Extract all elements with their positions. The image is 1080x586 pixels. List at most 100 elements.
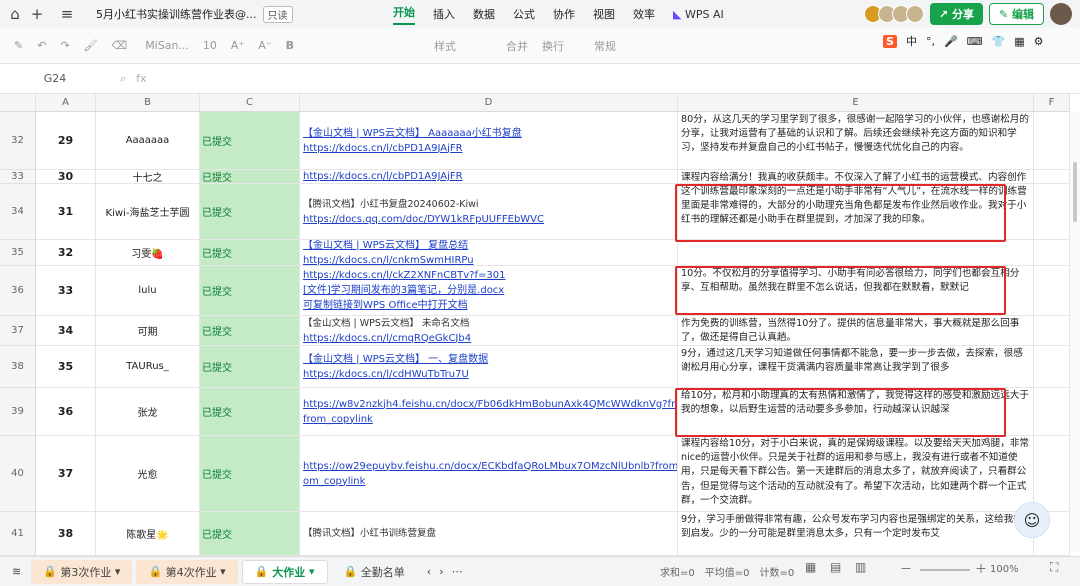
tab-attendance[interactable]: 🔒 全勤名单 <box>332 560 417 584</box>
mic-icon[interactable]: 🎤 <box>944 35 958 48</box>
cell-feedback[interactable]: 课程内容给满分！我真的收获颇丰。不仅深入了解了小红书的运营模式、内容创作技巧, <box>678 170 1034 184</box>
cell-feedback[interactable]: 10分。不仅松月的分享值得学习、小助手有问必答很给力，同学们也都会互相分享、互相… <box>678 266 1034 316</box>
cell-name[interactable]: Kiwi-海盐芝士芋圆 <box>96 184 200 240</box>
decrease-font-icon[interactable]: A⁻ <box>258 39 271 52</box>
edit-button[interactable]: ✎ 编辑 <box>988 3 1044 25</box>
cell-status[interactable]: 已提交 <box>200 266 300 316</box>
cell-links[interactable]: 【腾讯文档】小红书训练营复盘 <box>300 512 678 556</box>
column-header-e[interactable]: E <box>678 94 1034 112</box>
cell-feedback[interactable]: 作为免费的训练营，当然得10分了。提供的信息量非常大，事大概就是那么回事了，做还… <box>678 316 1034 346</box>
cell-feedback[interactable]: 这个训练营最印象深刻的一点还是小助手非常有“人气儿”，在流水线一样的训练营里面是… <box>678 184 1034 240</box>
cell-empty[interactable] <box>1034 316 1070 346</box>
cell-name[interactable]: 张龙 <box>96 388 200 436</box>
link-text[interactable]: 【金山文档 | WPS云文档】 Aaaaaaa小红书复盘 <box>303 126 522 141</box>
cell-empty[interactable] <box>1034 112 1070 170</box>
share-button[interactable]: ↗ 分享 <box>929 3 983 25</box>
user-avatar[interactable] <box>1050 3 1072 25</box>
vertical-scrollbar[interactable] <box>1070 112 1080 552</box>
cell-index[interactable]: 31 <box>36 184 96 240</box>
cell-index[interactable]: 36 <box>36 388 96 436</box>
row-header[interactable]: 32 <box>0 112 36 170</box>
cell-index[interactable]: 37 <box>36 436 96 512</box>
cell-index[interactable]: 35 <box>36 346 96 388</box>
font-family-select[interactable]: MiSan... <box>145 39 189 52</box>
cell-feedback[interactable]: 9分，通过这几天学习知道做任何事情都不能急，要一步一步去做，去探索，很感谢松月用… <box>678 346 1034 388</box>
document-title[interactable]: 5月小红书实操训练营作业表@... <box>96 6 257 22</box>
row-header[interactable]: 39 <box>0 388 36 436</box>
cell-name[interactable]: 光愈 <box>96 436 200 512</box>
menu-view[interactable]: 视图 <box>593 6 615 22</box>
cell-links[interactable]: 【金山文档 | WPS云文档】 复盘总结 https://kdocs.cn/l/c… <box>300 240 678 266</box>
cell-name[interactable]: 可期 <box>96 316 200 346</box>
menu-home[interactable]: 开始 <box>393 4 415 25</box>
cell-feedback[interactable]: 80分，从这几天的学习里学到了很多，很感谢一起陪学习的小伙伴，也感谢松月的分享，… <box>678 112 1034 170</box>
cell-status[interactable]: 已提交 <box>200 346 300 388</box>
fullscreen-icon[interactable]: ⛶ <box>1050 560 1058 575</box>
cell-status[interactable]: 已提交 <box>200 388 300 436</box>
link-text[interactable]: https://kdocs.cn/l/cnkmSwmHIRPu <box>303 253 474 266</box>
row-header[interactable]: 35 <box>0 240 36 266</box>
undo-icon[interactable]: ↶ <box>37 39 46 52</box>
cell-index[interactable]: 30 <box>36 170 96 184</box>
zoom-slider[interactable] <box>920 569 970 571</box>
zoom-out-icon[interactable]: － <box>900 560 912 577</box>
cell-links[interactable]: https://kdocs.cn/l/ckZ2XNFnCBTv?f=301 [文件… <box>300 266 678 316</box>
tab-list-icon[interactable]: ⋯ <box>452 565 463 578</box>
wps-ai-button[interactable]: ◣ WPS AI <box>673 8 724 21</box>
menu-collab[interactable]: 协作 <box>553 6 575 22</box>
cell-index[interactable]: 32 <box>36 240 96 266</box>
fx-icon[interactable]: fx <box>136 72 146 85</box>
name-box[interactable]: G24 <box>0 72 110 85</box>
cell-feedback[interactable]: 9分，学习手册做得非常有趣，公众号发布学习内容也是强绑定的关系，这给我得到启发。… <box>678 512 1034 556</box>
row-header[interactable]: 41 <box>0 512 36 556</box>
cell-feedback[interactable]: 课程内容给10分，对于小白来说，真的是保姆级课程。以及要给天天加鸡腿，非常nic… <box>678 436 1034 512</box>
scroll-thumb[interactable] <box>1073 162 1077 222</box>
link-text[interactable]: https://kdocs.cn/l/cbPD1A9JAjFR <box>303 170 463 183</box>
skin-icon[interactable]: 👕 <box>992 35 1006 48</box>
page-view-icon[interactable]: ▤ <box>830 560 841 574</box>
cell-index[interactable]: 33 <box>36 266 96 316</box>
eraser-icon[interactable]: ⌫ <box>112 39 128 52</box>
cell-empty[interactable] <box>1034 346 1070 388</box>
tab-final[interactable]: 🔒 大作业 ▾ <box>241 559 328 584</box>
cell-empty[interactable] <box>1034 170 1070 184</box>
cell-empty[interactable] <box>1034 240 1070 266</box>
select-all-corner[interactable] <box>0 94 36 112</box>
cell-status[interactable]: 已提交 <box>200 240 300 266</box>
toolbox-icon[interactable]: ▦ <box>1014 35 1024 48</box>
link-text[interactable]: https://kdocs.cn/l/cmqRQeGkCJb4 <box>303 331 471 346</box>
cell-links[interactable]: 【金山文档 | WPS云文档】 未命名文档 https://kdocs.cn/l/… <box>300 316 678 346</box>
cell-links[interactable]: 【金山文档 | WPS云文档】 Aaaaaaa小红书复盘 https://kdoc… <box>300 112 678 170</box>
cell-links[interactable]: https://ow29epuybv.feishu.cn/docx/ECKbdf… <box>300 436 678 512</box>
grid-view-icon[interactable]: ▦ <box>805 560 816 574</box>
link-text[interactable]: https://w8v2nzkjh4.feishu.cn/docx/Fb06dk… <box>303 397 677 412</box>
row-header[interactable]: 40 <box>0 436 36 512</box>
link-text[interactable]: om_copylink <box>303 474 365 489</box>
column-header-b[interactable]: B <box>96 94 200 112</box>
link-text[interactable]: 【金山文档 | WPS云文档】 一、复盘数据 <box>303 352 488 367</box>
link-text[interactable]: https://kdocs.cn/l/ckZ2XNFnCBTv?f=301 <box>303 268 505 283</box>
cell-feedback[interactable] <box>678 240 1034 266</box>
sheets-menu-icon[interactable]: ≋ <box>12 565 21 578</box>
cell-name[interactable]: 十七之 <box>96 170 200 184</box>
home-icon[interactable]: ⌂ <box>4 5 26 23</box>
tab-sheet-4[interactable]: 🔒 第4次作业 ▾ <box>136 559 238 584</box>
cell-name[interactable]: 陈歌星🌟 <box>96 512 200 556</box>
cell-status[interactable]: 已提交 <box>200 316 300 346</box>
row-header[interactable]: 37 <box>0 316 36 346</box>
font-size-select[interactable]: 10 <box>203 39 217 52</box>
style-button[interactable]: 样式 <box>434 38 456 54</box>
bold-icon[interactable]: B <box>286 39 294 52</box>
redo-icon[interactable]: ↷ <box>60 39 69 52</box>
column-header-c[interactable]: C <box>200 94 300 112</box>
tab-scroll-left-icon[interactable]: ‹ <box>427 565 431 578</box>
collaborator-avatars[interactable] <box>863 5 924 23</box>
wrap-button[interactable]: 换行 <box>542 38 564 54</box>
merge-button[interactable]: 合并 <box>506 38 528 54</box>
cell-index[interactable]: 34 <box>36 316 96 346</box>
assistant-icon[interactable]: ☺ <box>1014 502 1050 538</box>
cell-status[interactable]: 已提交 <box>200 436 300 512</box>
menu-insert[interactable]: 插入 <box>433 6 455 22</box>
cell-name[interactable]: TAURus_ <box>96 346 200 388</box>
column-header-d[interactable]: D <box>300 94 678 112</box>
